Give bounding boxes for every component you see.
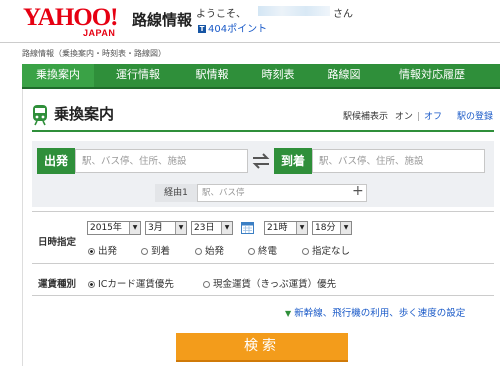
welcome-text: ようこそ、 [196,9,246,20]
radio-first-train[interactable]: 始発 [195,243,224,257]
calendar-icon[interactable] [241,221,254,234]
from-label: 出発 [37,148,75,174]
toggle-on[interactable]: オン [395,112,413,122]
points-value: 404ポイント [208,24,268,35]
main-nav: 乗換案内 運行情報 駅情報 時刻表 路線図 情報対応履歴 [22,64,500,89]
add-via-button[interactable]: + [352,183,364,199]
radio-dot [88,281,95,288]
radio-cash-fare[interactable]: 現金運賃（きっぷ運賃）優先 [203,276,336,290]
radio-label: 現金運賃（きっぷ運賃）優先 [213,279,337,290]
divider [32,211,494,212]
page-title: 乗換案内 [54,105,115,123]
tpoint-icon: T [198,25,206,33]
tab-route-map[interactable]: 路線図 [312,64,376,87]
radio-dot [203,281,210,288]
minute-select[interactable]: 18分 ▼ [312,221,352,235]
tab-station-info[interactable]: 駅情報 [180,64,244,87]
hour-value: 21時 [267,223,288,233]
minute-value: 18分 [315,223,336,233]
chevron-down-icon: ▼ [129,222,140,234]
station-candidate-toggle: 駅候補表示 オン | オフ [343,112,442,122]
radio-label: 出発 [98,246,118,257]
hour-select[interactable]: 21時 ▼ [264,221,308,235]
radio-label: 終電 [258,246,278,257]
month-value: 3月 [148,223,163,233]
toggle-off[interactable]: オフ [424,112,442,122]
radio-dot [88,248,95,255]
honorific-text: さん [333,9,353,20]
datetime-label: 日時指定 [38,237,77,248]
year-value: 2015年 [90,223,122,233]
fare-type-label: 運賃種別 [38,279,77,290]
train-icon [33,105,47,126]
chevron-down-icon: ▼ [340,222,351,234]
tab-timetable[interactable]: 時刻表 [246,64,310,87]
day-value: 23日 [194,223,215,233]
breadcrumb: 路線情報（乗換案内・時刻表・路線図） [0,42,500,65]
divider [32,263,494,264]
title-underline [32,130,494,132]
search-button[interactable]: 検索 [176,333,348,362]
to-input[interactable]: 駅、バス停、住所、施設 [312,149,485,173]
chevron-down-icon: ▼ [175,222,186,234]
radio-dot [248,248,255,255]
service-name[interactable]: 路線情報 [132,9,192,30]
advanced-settings-link[interactable]: ▼ 新幹線、飛行機の利用、歩く速度の設定 [285,305,465,319]
from-input[interactable]: 駅、バス停、住所、施設 [75,149,248,173]
via-label: 経由1 [155,184,197,202]
year-select[interactable]: 2015年 ▼ [87,221,141,235]
radio-label: 始発 [205,246,225,257]
radio-dot [302,248,309,255]
radio-arrival[interactable]: 到着 [141,243,170,257]
site-header: YAHOO! JAPAN 路線情報 ようこそ、 さん T 404ポイント [0,0,500,42]
yahoo-logo-sub: JAPAN [83,28,116,38]
tab-service-status[interactable]: 運行情報 [102,64,174,87]
via-input[interactable]: 駅、バス停 [197,184,367,202]
radio-last-train[interactable]: 終電 [248,243,277,257]
to-label: 到着 [274,148,312,174]
triangle-down-icon: ▼ [285,309,292,318]
station-register-link[interactable]: 駅の登録 [457,109,493,122]
tab-transfer[interactable]: 乗換案内 [22,64,94,87]
divider [32,295,494,296]
breadcrumb-text: 路線情報（乗換案内・時刻表・路線図） [22,49,166,58]
swap-icon[interactable] [251,152,271,170]
chevron-down-icon: ▼ [296,222,307,234]
chevron-down-icon: ▼ [221,222,232,234]
radio-ic-fare[interactable]: ICカード運賃優先 [88,276,174,290]
radio-no-time[interactable]: 指定なし [302,243,350,257]
radio-label: 指定なし [312,246,351,257]
radio-label: ICカード運賃優先 [98,279,174,290]
radio-dot [141,248,148,255]
yahoo-logo[interactable]: YAHOO! [23,5,118,30]
station-candidate-label: 駅候補表示 [343,112,389,122]
points-link[interactable]: T 404ポイント [198,20,267,35]
tab-info-history[interactable]: 情報対応履歴 [382,64,482,87]
radio-dot [195,248,202,255]
username-redacted [258,6,330,16]
day-select[interactable]: 23日 ▼ [191,221,233,235]
radio-label: 到着 [151,246,171,257]
radio-departure[interactable]: 出発 [88,243,117,257]
advanced-settings-label: 新幹線、飛行機の利用、歩く速度の設定 [294,308,466,319]
month-select[interactable]: 3月 ▼ [145,221,187,235]
